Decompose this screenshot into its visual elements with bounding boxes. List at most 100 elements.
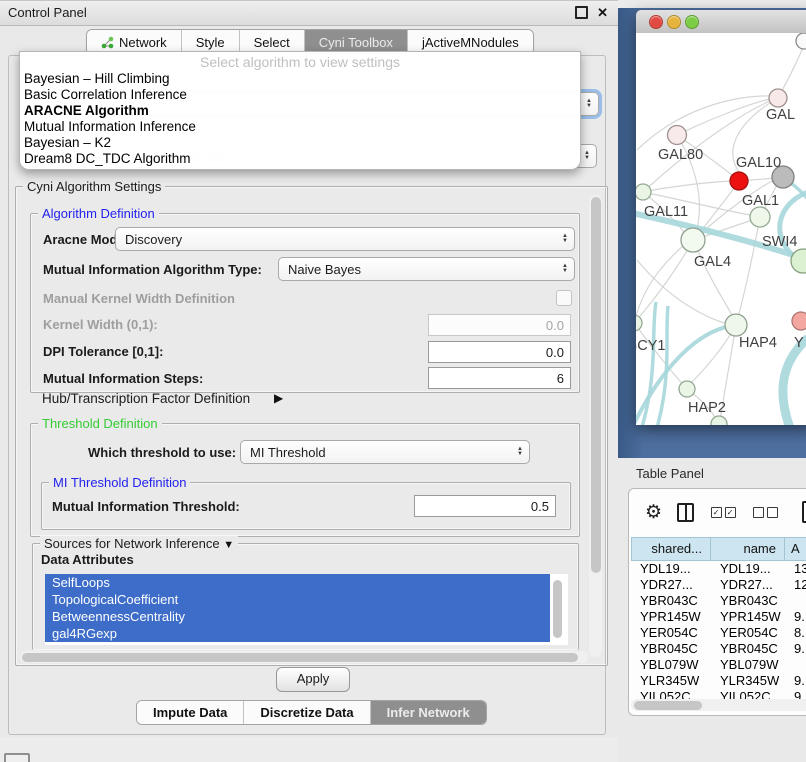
deselect-all-columns-icon[interactable] — [753, 507, 778, 518]
apply-button[interactable]: Apply — [276, 667, 350, 692]
algorithm-dropdown-item[interactable]: Basic Correlation Inference — [20, 87, 580, 103]
sources-collapse-icon[interactable]: ▼ — [223, 539, 234, 551]
table-row[interactable]: YBR045CYBR045C9. — [631, 641, 806, 657]
data-attributes-list[interactable]: SelfLoopsTopologicalCoefficientBetweenne… — [45, 574, 568, 645]
mi-type-combo[interactable]: Naive Bayes ▲▼ — [278, 257, 575, 281]
table-cell: YLR345W — [711, 673, 785, 689]
table-cell: YER054C — [711, 625, 785, 641]
network-edge[interactable] — [643, 181, 730, 192]
tab-discretize-data-label: Discretize Data — [260, 705, 353, 720]
algorithm-dropdown-placeholder: Select algorithm to view settings — [20, 52, 580, 71]
hub-expand-icon[interactable]: ▶ — [274, 391, 283, 405]
tab-infer-network[interactable]: Infer Network — [370, 701, 486, 724]
table-horizontal-scrollbar[interactable] — [631, 699, 806, 711]
network-icon — [101, 36, 114, 49]
algorithm-dropdown-item[interactable]: Bayesian – K2 — [20, 135, 580, 151]
kernel-width-label: Kernel Width (0,1): — [43, 317, 158, 332]
table-row[interactable]: YER054CYER054C8. — [631, 625, 806, 641]
kernel-width-field[interactable]: 0.0 — [428, 314, 571, 336]
network-node-gal1[interactable] — [750, 207, 770, 227]
algorithm-dropdown-item[interactable]: Dream8 DC_TDC Algorithm — [20, 151, 580, 167]
algorithm-dropdown-item[interactable]: ARACNE Algorithm — [20, 103, 580, 119]
dpi-tolerance-field[interactable]: 0.0 — [428, 341, 571, 363]
settings-vertical-scrollbar-thumb[interactable] — [591, 197, 601, 573]
gear-icon[interactable]: ⚙ — [645, 501, 662, 524]
column-header-third[interactable]: A — [785, 537, 806, 561]
tab-select-label: Select — [254, 35, 290, 50]
table-cell: YBR043C — [711, 593, 785, 609]
network-node[interactable] — [796, 33, 806, 49]
close-panel-icon[interactable]: ✕ — [597, 6, 608, 19]
unchecked-box-icon — [767, 507, 778, 518]
table-cell: YER054C — [631, 625, 711, 641]
table-row[interactable]: YPR145WYPR145W9. — [631, 609, 806, 625]
table-row[interactable]: YBL079WYBL079W — [631, 657, 806, 673]
table-row[interactable]: YLR345WYLR345W9. — [631, 673, 806, 689]
network-window-titlebar[interactable] — [636, 10, 806, 34]
select-all-columns-icon[interactable]: ✓ ✓ — [711, 507, 736, 518]
network-node-gal4[interactable] — [681, 228, 705, 252]
settings-vertical-scrollbar[interactable] — [589, 195, 602, 657]
columns-icon[interactable] — [677, 503, 694, 522]
close-traffic-light-icon[interactable] — [649, 15, 663, 29]
attributes-scrollbar-thumb[interactable] — [553, 580, 562, 638]
checked-box-icon: ✓ — [725, 507, 736, 518]
table-header-row: shared... name A — [631, 537, 806, 561]
zoom-traffic-light-icon[interactable] — [685, 15, 699, 29]
manual-kernel-checkbox[interactable] — [556, 290, 572, 306]
network-edge-thick[interactable] — [783, 338, 806, 425]
manual-kernel-label: Manual Kernel Width Definition — [43, 291, 235, 306]
settings-horizontal-scrollbar[interactable] — [20, 651, 588, 663]
table-row[interactable]: YBR043CYBR043C — [631, 593, 806, 609]
settings-horizontal-scrollbar-thumb[interactable] — [22, 653, 578, 662]
sources-group-title: Sources for Network Inference ▼ — [40, 536, 238, 551]
network-node-hap2[interactable] — [679, 381, 695, 397]
minimize-traffic-light-icon[interactable] — [667, 15, 681, 29]
unchecked-box-icon — [753, 507, 764, 518]
column-header-shared-name[interactable]: shared... — [631, 537, 711, 561]
which-threshold-combo[interactable]: MI Threshold ▲▼ — [240, 440, 530, 464]
dpi-tolerance-label: DPI Tolerance [0,1]: — [43, 344, 163, 359]
aracne-mode-combo[interactable]: Discovery ▲▼ — [115, 227, 575, 251]
network-edge[interactable] — [677, 99, 770, 135]
data-attribute-item[interactable]: gal4RGexp — [45, 625, 550, 642]
mi-threshold-group: MI Threshold Definition Mutual Informati… — [41, 482, 571, 530]
table-row[interactable]: YDL19...YDL19...13 — [631, 561, 806, 577]
network-node-gal[interactable] — [769, 89, 787, 107]
table-horizontal-scrollbar-thumb[interactable] — [634, 701, 702, 710]
network-node-gcy1[interactable] — [636, 315, 642, 331]
table-cell: YBL079W — [631, 657, 711, 673]
table-body: YDL19...YDL19...13YDR27...YDR27...12YBR0… — [631, 561, 806, 705]
float-panel-icon[interactable] — [575, 6, 588, 19]
network-node-gal11[interactable] — [636, 184, 651, 200]
table-cell: YBR045C — [631, 641, 711, 657]
network-node-hap4[interactable] — [725, 314, 747, 336]
network-edge[interactable] — [643, 100, 772, 192]
tab-impute-data[interactable]: Impute Data — [137, 701, 243, 724]
network-edge[interactable] — [694, 240, 733, 317]
node-table: shared... name A YDL19...YDL19...13YDR27… — [631, 537, 806, 705]
column-header-name[interactable]: name — [711, 537, 785, 561]
algorithm-dropdown-item[interactable]: Bayesian – Hill Climbing — [20, 71, 580, 87]
network-node[interactable] — [730, 172, 748, 190]
network-node-label: SWI4 — [762, 234, 797, 250]
tab-style-label: Style — [196, 35, 225, 50]
export-table-icon[interactable] — [802, 501, 806, 523]
data-attribute-item[interactable]: SelfLoops — [45, 574, 550, 591]
tab-discretize-data[interactable]: Discretize Data — [243, 701, 369, 724]
data-attribute-item[interactable]: TopologicalCoefficient — [45, 591, 550, 608]
algorithm-dropdown-item[interactable]: Mutual Information Inference — [20, 119, 580, 135]
network-node-label: GCY1 — [636, 338, 666, 354]
network-node-y[interactable] — [792, 312, 806, 330]
mi-threshold-field[interactable]: 0.5 — [414, 495, 556, 517]
table-cell: YBR043C — [631, 593, 711, 609]
network-edge[interactable] — [738, 217, 760, 317]
table-row[interactable]: YDR27...YDR27...12 — [631, 577, 806, 593]
network-canvas[interactable]: GALGAL80GAL10GAL1GAL11GAL4SWI4GCY1HAP4YH… — [636, 33, 806, 425]
network-node[interactable] — [711, 416, 727, 425]
network-node-gal80[interactable] — [668, 126, 687, 145]
mi-steps-field[interactable]: 6 — [428, 367, 571, 389]
collapsed-panel-icon[interactable] — [4, 753, 30, 762]
network-node-label: Y — [794, 335, 804, 351]
data-attribute-item[interactable]: BetweennessCentrality — [45, 608, 550, 625]
